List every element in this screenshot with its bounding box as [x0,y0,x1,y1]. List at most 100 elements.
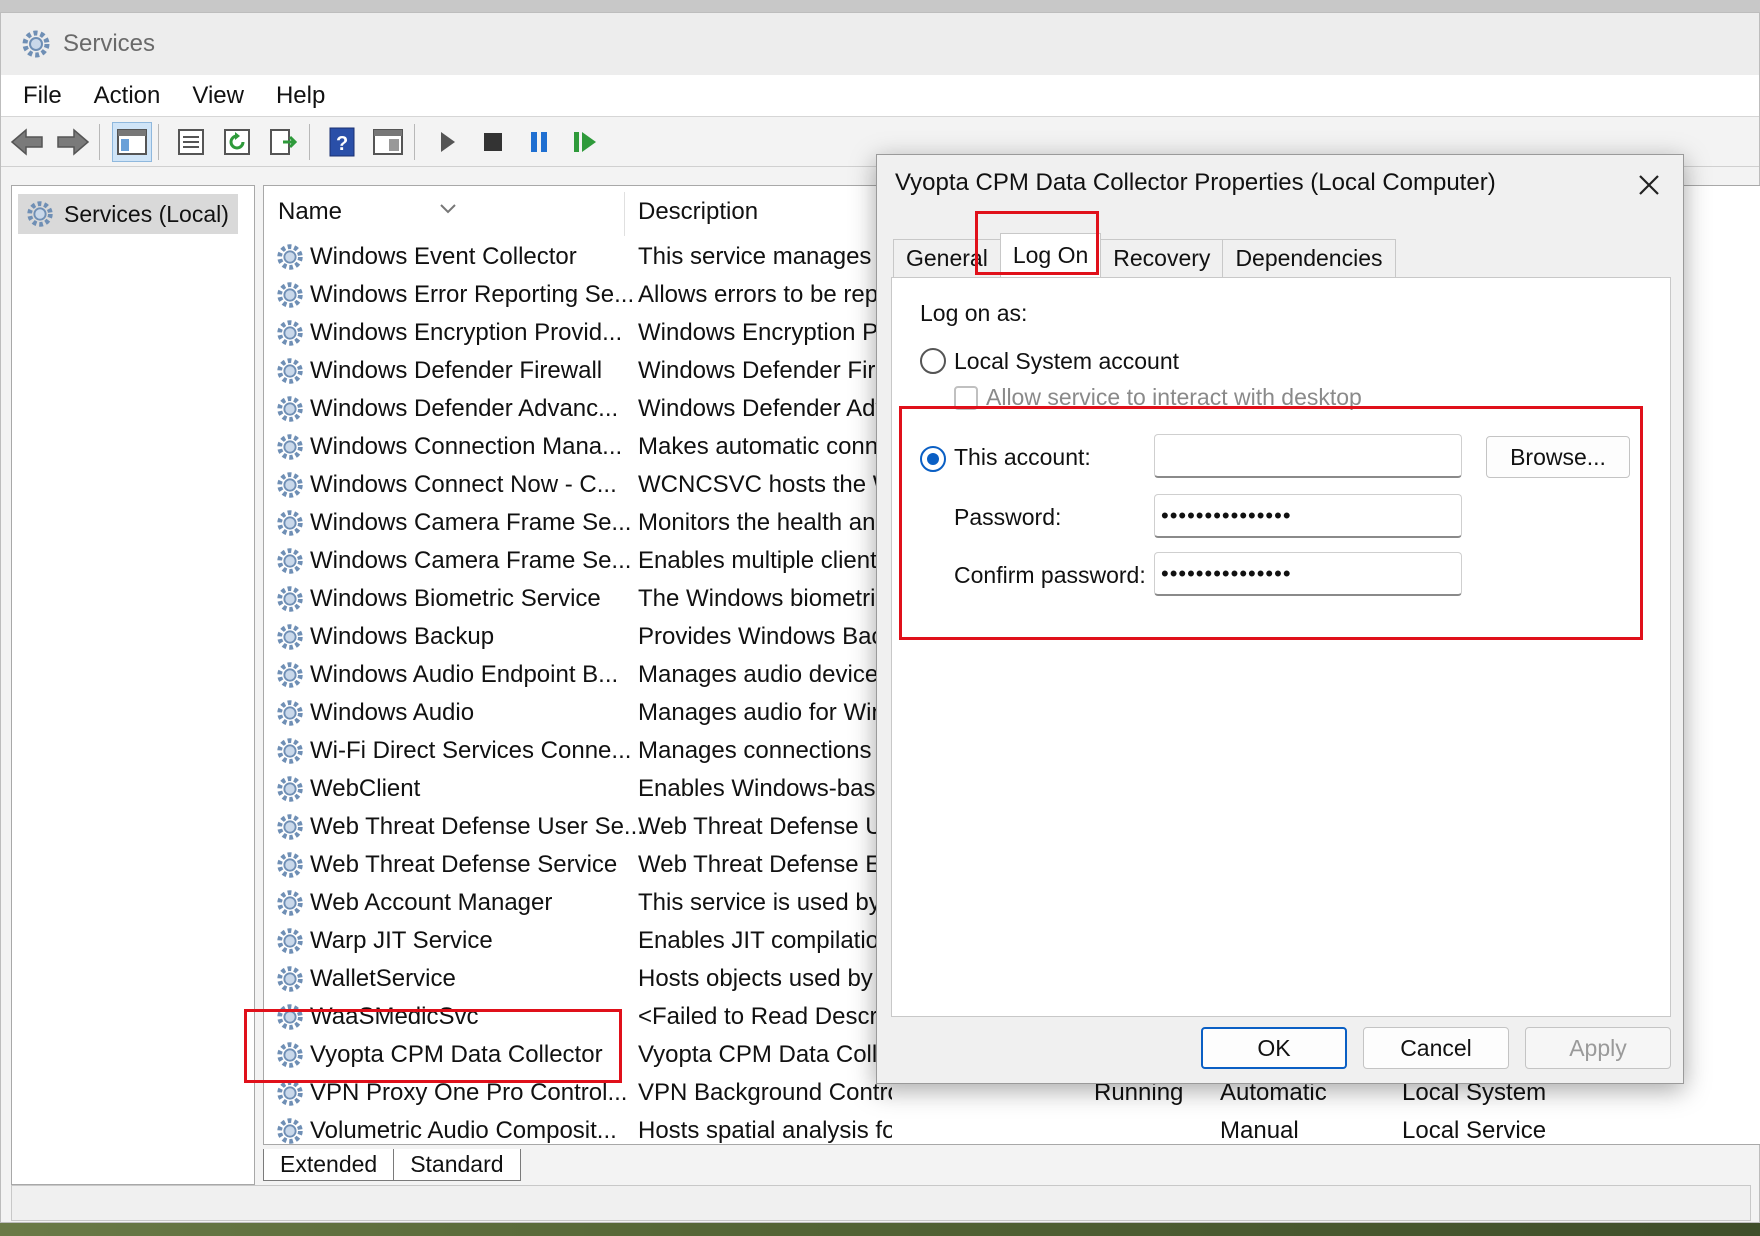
service-name: Web Account Manager [310,889,553,916]
start-service-icon[interactable] [427,122,467,162]
cancel-button[interactable]: Cancel [1363,1027,1509,1069]
menu-action[interactable]: Action [94,82,161,110]
service-gear-icon [274,355,306,387]
log-on-as-label: Log on as: [920,300,1028,326]
service-gear-icon [274,1115,306,1144]
service-description: Hosts objects used by c [638,965,892,992]
service-name: Windows Backup [310,623,495,650]
tab-extended[interactable]: Extended [263,1149,395,1181]
service-name: WalletService [310,965,456,992]
stop-service-icon[interactable] [473,122,513,162]
tree-pane: Services (Local) [11,185,255,1185]
window-title: Services [63,30,156,57]
service-name: Web Threat Defense User Se... [310,813,644,840]
password-input[interactable]: ••••••••••••••• [1154,494,1462,538]
help-icon[interactable]: ? [322,122,362,162]
service-name: Windows Encryption Provid... [310,319,623,346]
service-description: Monitors the health an [638,509,876,536]
service-name: Volumetric Audio Composit... [310,1117,617,1144]
tree-item-services-local[interactable]: Services (Local) [18,194,238,234]
service-gear-icon [274,469,306,501]
service-name: Windows Defender Advanc... [310,395,619,422]
service-name: Windows Connect Now - C... [310,471,617,498]
service-gear-icon [274,507,306,539]
service-description: <Failed to Read Descrip [638,1003,892,1030]
console-view-icon[interactable] [368,122,408,162]
service-description: Hosts spatial analysis for Mixed Reality… [638,1117,892,1144]
service-description: Enables multiple client [638,547,877,574]
service-gear-icon [274,735,306,767]
service-name: Windows Error Reporting Se... [310,281,635,308]
account-input[interactable] [1154,434,1462,478]
properties-icon[interactable] [171,122,211,162]
browse-button[interactable]: Browse... [1486,436,1630,478]
service-name: Windows Camera Frame Se... [310,547,632,574]
column-divider[interactable] [624,192,625,236]
service-gear-icon [274,925,306,957]
service-description: Web Threat Defense En [638,851,892,878]
tab-standard[interactable]: Standard [393,1149,521,1181]
tab-dependencies[interactable]: Dependencies [1222,239,1396,277]
service-gear-icon [274,279,306,311]
column-header-name[interactable]: Name [278,186,578,238]
tab-log-on[interactable]: Log On [999,233,1102,277]
service-name: Wi-Fi Direct Services Conne... [310,737,632,764]
service-startup-type: Manual [1220,1117,1299,1144]
menu-file[interactable]: File [23,82,62,110]
svg-text:?: ? [336,133,348,155]
refresh-icon[interactable] [217,122,257,162]
service-description: Provides Windows Bac [638,623,884,650]
menu-help[interactable]: Help [276,82,325,110]
resume-service-icon[interactable] [565,122,605,162]
service-gear-icon [274,849,306,881]
ok-button[interactable]: OK [1201,1027,1347,1069]
tab-recovery[interactable]: Recovery [1100,239,1224,277]
service-description: Windows Encryption P [638,319,879,346]
service-name: WaaSMedicSvc [310,1003,479,1030]
service-description: Allows errors to be repo [638,281,892,308]
local-system-label[interactable]: Local System account [954,348,1179,375]
service-gear-icon [274,963,306,995]
close-icon [1639,175,1659,195]
service-gear-icon [274,811,306,843]
log-on-panel: Log on as: Local System account Allow se… [891,277,1671,1017]
close-button[interactable] [1629,165,1669,205]
service-name: Windows Biometric Service [310,585,601,612]
service-gear-icon [274,583,306,615]
back-arrow-icon[interactable] [7,122,47,162]
table-row[interactable]: Volumetric Audio Composit... Hosts spatia… [264,1112,1760,1144]
services-gear-icon [27,201,53,227]
show-hide-tree-icon[interactable] [112,121,152,162]
service-gear-icon [274,659,306,691]
pause-service-icon[interactable] [519,122,559,162]
service-gear-icon [274,241,306,273]
confirm-password-input[interactable]: ••••••••••••••• [1154,552,1462,596]
allow-interact-checkbox[interactable] [954,386,978,410]
apply-button[interactable]: Apply [1525,1027,1671,1069]
service-name: Windows Connection Mana... [310,433,623,460]
tab-general[interactable]: General [893,239,1001,277]
service-name: Web Threat Defense Service [310,851,618,878]
export-list-icon[interactable] [263,122,303,162]
status-bar [11,1185,1751,1221]
tab-dependencies-label: Dependencies [1235,245,1383,271]
service-gear-icon [274,1077,306,1109]
tab-general-label: General [906,245,988,271]
column-name-label: Name [278,198,343,225]
menu-view[interactable]: View [192,82,244,110]
password-label: Password: [954,504,1062,530]
service-name: VPN Proxy One Pro Control... [310,1079,628,1106]
this-account-label[interactable]: This account: [954,444,1091,471]
service-name: Vyopta CPM Data Collector [310,1041,603,1068]
local-system-radio[interactable] [920,348,946,374]
toolbar-separator [158,123,159,160]
toolbar-separator [99,123,100,160]
this-account-radio[interactable] [920,446,946,472]
service-gear-icon [274,545,306,577]
service-gear-icon [274,887,306,919]
allow-interact-label: Allow service to interact with desktop [986,384,1362,410]
tab-log-on-label: Log On [1012,242,1089,268]
service-description: Windows Defender Fire [638,357,889,384]
forward-arrow-icon[interactable] [53,122,93,162]
service-gear-icon [274,1039,306,1071]
